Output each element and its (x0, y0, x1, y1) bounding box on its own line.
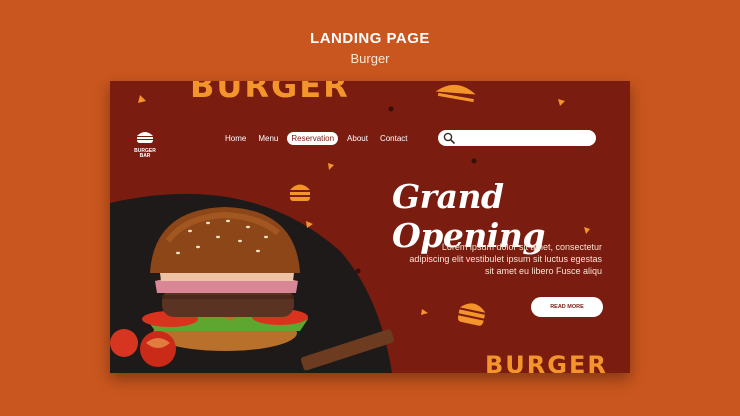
page-title: LANDING PAGE (310, 30, 430, 47)
hero-description: Lorem ipsum dolor sit amet, consectetur … (409, 242, 602, 276)
brand-heading-bottom: BURGER (485, 351, 608, 373)
landing-card: BURGER BURGER BAR Home Menu Reservation … (110, 81, 630, 373)
page-subtitle: Burger (350, 51, 390, 66)
page-header: LANDING PAGE Burger (0, 30, 740, 66)
read-more-button[interactable]: READ MORE (531, 297, 603, 317)
